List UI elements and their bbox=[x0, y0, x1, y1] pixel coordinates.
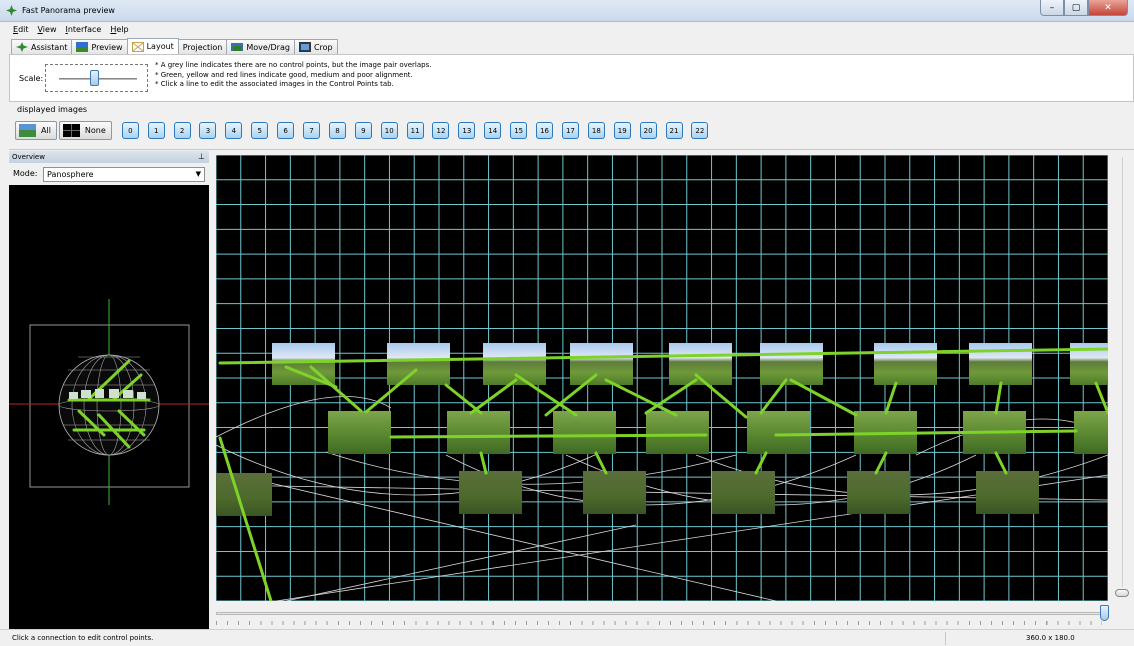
show-all-icon bbox=[19, 124, 36, 137]
image-toggle-10[interactable]: 10 bbox=[380, 122, 398, 139]
displayed-images-buttons: All None 0 1 2 3 4 5 6 7 8 9 10 11 12 13… bbox=[15, 120, 717, 141]
tab-layout-label: Layout bbox=[146, 42, 174, 51]
image-toggle-21[interactable]: 21 bbox=[665, 122, 683, 139]
image-toggle-8[interactable]: 8 bbox=[328, 122, 346, 139]
tab-move-drag[interactable]: Move/Drag bbox=[226, 39, 295, 54]
image-toggle-11[interactable]: 11 bbox=[406, 122, 424, 139]
preview-icon bbox=[76, 42, 89, 52]
image-toggle-7[interactable]: 7 bbox=[303, 122, 321, 139]
image-toggle-17[interactable]: 17 bbox=[561, 122, 579, 139]
horizontal-slider[interactable] bbox=[216, 604, 1113, 626]
image-toggle-3[interactable]: 3 bbox=[199, 122, 217, 139]
overview-header: Overview ⊥ bbox=[9, 151, 209, 163]
menu-interface[interactable]: Interface bbox=[65, 22, 101, 37]
tab-projection[interactable]: Projection bbox=[177, 39, 228, 54]
image-toggle-16[interactable]: 16 bbox=[536, 122, 554, 139]
menu-bar: Edit View Interface Help bbox=[0, 22, 1134, 37]
hugin-app-icon bbox=[6, 5, 17, 16]
tab-crop-label: Crop bbox=[313, 42, 333, 52]
image-toggle-22[interactable]: 22 bbox=[691, 122, 709, 139]
image-toggle-5[interactable]: 5 bbox=[251, 122, 269, 139]
minimize-button[interactable]: – bbox=[1040, 0, 1064, 16]
tab-bar: Assistant Preview Layout Projection Move… bbox=[11, 38, 338, 54]
pin-icon[interactable]: ⊥ bbox=[198, 151, 205, 163]
image-toggle-1[interactable]: 1 bbox=[147, 122, 165, 139]
image-toggle-0[interactable]: 0 bbox=[121, 122, 139, 139]
image-toggle-15[interactable]: 15 bbox=[510, 122, 528, 139]
status-bar: Click a connection to edit control point… bbox=[0, 629, 1134, 646]
vertical-slider[interactable] bbox=[1115, 155, 1130, 601]
vertical-slider-track[interactable] bbox=[1122, 157, 1123, 587]
menu-edit[interactable]: Edit bbox=[13, 22, 29, 37]
image-toggle-13[interactable]: 13 bbox=[458, 122, 476, 139]
tab-layout[interactable]: Layout bbox=[126, 38, 179, 54]
displayed-images-label: displayed images bbox=[17, 105, 88, 114]
image-toggle-2[interactable]: 2 bbox=[173, 122, 191, 139]
status-fov: 360.0 x 180.0 bbox=[1026, 634, 1075, 642]
move-icon bbox=[231, 43, 244, 51]
mode-select-value: Panosphere bbox=[47, 170, 94, 179]
vertical-slider-thumb[interactable] bbox=[1115, 589, 1129, 597]
image-toggle-19[interactable]: 19 bbox=[613, 122, 631, 139]
close-button[interactable]: ✕ bbox=[1088, 0, 1128, 16]
overview-mode-row: Mode: Panosphere ▼ bbox=[9, 163, 209, 185]
chevron-down-icon: ▼ bbox=[195, 170, 201, 178]
image-toggle-12[interactable]: 12 bbox=[432, 122, 450, 139]
status-message: Click a connection to edit control point… bbox=[12, 634, 154, 642]
tab-assistant[interactable]: Assistant bbox=[11, 39, 73, 54]
image-toggle-9[interactable]: 9 bbox=[354, 122, 372, 139]
tab-crop[interactable]: Crop bbox=[293, 39, 338, 54]
scale-slider-thumb[interactable] bbox=[90, 70, 99, 86]
layout-options-panel: Scale: * A grey line indicates there are… bbox=[9, 54, 1134, 102]
show-all-button[interactable]: All bbox=[15, 121, 57, 140]
tab-preview-label: Preview bbox=[91, 42, 123, 52]
tab-assistant-label: Assistant bbox=[31, 42, 68, 52]
panel-separator bbox=[9, 149, 1134, 150]
status-divider bbox=[945, 632, 946, 645]
layout-icon bbox=[131, 41, 144, 52]
layout-hints: * A grey line indicates there are no con… bbox=[155, 61, 431, 90]
show-none-icon bbox=[62, 124, 80, 137]
panorama-layout-canvas[interactable] bbox=[216, 155, 1108, 601]
assistant-icon bbox=[16, 42, 28, 52]
image-toggle-20[interactable]: 20 bbox=[639, 122, 657, 139]
horizontal-slider-ticks bbox=[216, 621, 1102, 625]
image-toggle-18[interactable]: 18 bbox=[587, 122, 605, 139]
horizontal-slider-thumb[interactable] bbox=[1100, 605, 1109, 621]
show-all-label: All bbox=[41, 126, 51, 135]
menu-help[interactable]: Help bbox=[110, 22, 128, 37]
crop-icon bbox=[298, 42, 311, 52]
menu-view[interactable]: View bbox=[38, 22, 57, 37]
hint-colored-lines: * Green, yellow and red lines indicate g… bbox=[155, 70, 413, 79]
show-none-button[interactable]: None bbox=[58, 121, 112, 140]
horizontal-slider-track[interactable] bbox=[216, 612, 1102, 615]
tab-projection-label: Projection bbox=[182, 42, 223, 52]
mode-label: Mode: bbox=[13, 169, 38, 178]
window-title: Fast Panorama preview bbox=[22, 6, 115, 15]
overview-panel: Overview ⊥ Mode: Panosphere ▼ bbox=[9, 151, 209, 629]
tab-preview[interactable]: Preview bbox=[71, 39, 128, 54]
maximize-button[interactable]: ▢ bbox=[1064, 0, 1088, 16]
good-alignment-links[interactable] bbox=[218, 347, 1108, 601]
hint-click-line: * Click a line to edit the associated im… bbox=[155, 80, 394, 88]
mode-select[interactable]: Panosphere ▼ bbox=[43, 167, 205, 182]
panosphere-canvas[interactable] bbox=[9, 185, 209, 629]
image-toggle-4[interactable]: 4 bbox=[225, 122, 243, 139]
scale-label: Scale: bbox=[19, 74, 44, 83]
show-none-label: None bbox=[84, 126, 106, 135]
overview-title: Overview bbox=[12, 153, 45, 161]
scale-slider[interactable] bbox=[45, 64, 148, 92]
tab-move-drag-label: Move/Drag bbox=[246, 42, 290, 52]
image-toggle-14[interactable]: 14 bbox=[484, 122, 502, 139]
hint-grey-line: * A grey line indicates there are no con… bbox=[155, 61, 432, 69]
image-toggle-6[interactable]: 6 bbox=[277, 122, 295, 139]
title-bar: Fast Panorama preview – ▢ ✕ bbox=[0, 0, 1134, 22]
